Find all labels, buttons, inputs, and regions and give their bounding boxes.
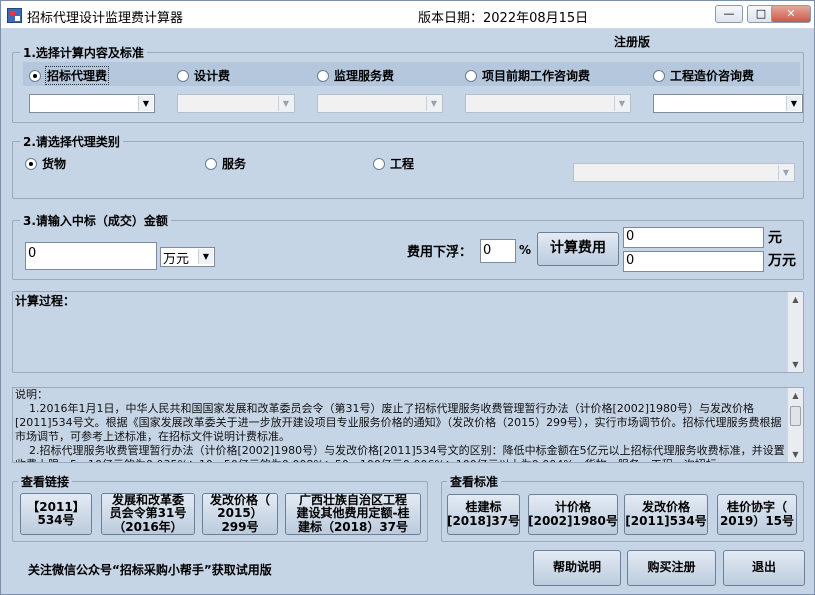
app-icon	[7, 8, 22, 23]
link-2015-299[interactable]: 发改价格（ 2015） 299号	[202, 493, 278, 535]
radio-dot	[317, 69, 329, 82]
wan-unit-label: 万元	[768, 253, 796, 269]
radio-label: 服务	[222, 157, 247, 171]
result-wan-field: 0	[623, 251, 764, 272]
section1-legend: 1.选择计算内容及标准	[20, 44, 147, 61]
scroll-up-icon[interactable]: ▲	[788, 292, 803, 307]
amount-unit-select[interactable]: 万元 ▼	[160, 247, 215, 267]
version-date: 版本日期：2022年08月15日	[418, 11, 589, 26]
radio-dot	[25, 157, 37, 170]
radio-label: 货物	[42, 157, 67, 171]
standard-gui-2019-15[interactable]: 桂价协字（ 2019）15号	[717, 494, 797, 535]
radio-goods[interactable]: 货物	[25, 155, 66, 172]
help-button[interactable]: 帮助说明	[533, 550, 621, 586]
radio-engineering[interactable]: 工程	[373, 155, 414, 172]
radio-design-fee[interactable]: 设计费	[177, 67, 230, 84]
discount-input[interactable]: 0	[480, 239, 516, 263]
bid-amount-input[interactable]: 0	[25, 242, 157, 270]
cost-standard-select[interactable]: ▼	[653, 94, 803, 113]
radio-dot	[177, 69, 189, 82]
radio-label: 工程造价咨询费	[670, 69, 755, 83]
chevron-down-icon[interactable]: ▼	[786, 96, 801, 111]
buy-register-button[interactable]: 购买注册	[627, 550, 716, 586]
app-window: 招标代理设计监理费计算器 版本日期：2022年08月15日 — □ ✕ 注册版 …	[0, 0, 815, 595]
title-bar: 招标代理设计监理费计算器 版本日期：2022年08月15日 — □ ✕	[1, 1, 814, 29]
bidding-standard-select[interactable]: ▼	[29, 94, 155, 113]
chevron-down-icon[interactable]: ▼	[426, 96, 441, 111]
select-value: 万元	[163, 252, 190, 267]
radio-label: 工程	[390, 157, 415, 171]
window-title: 招标代理设计监理费计算器	[27, 11, 184, 26]
scroll-down-icon[interactable]: ▼	[788, 357, 803, 372]
scroll-thumb[interactable]	[790, 406, 801, 426]
radio-bidding-agency[interactable]: 招标代理费	[29, 66, 110, 85]
section2-legend: 2.请选择代理类别	[20, 133, 123, 150]
wechat-notice: 关注微信公众号“招标采购小帮手”获取试用版	[28, 563, 272, 577]
edition-label: 注册版	[614, 35, 651, 49]
radio-preliminary-consult[interactable]: 项目前期工作咨询费	[465, 67, 590, 84]
radio-dot	[653, 69, 665, 82]
calculate-button[interactable]: 计算费用	[537, 232, 619, 266]
percent-label: %	[519, 243, 532, 257]
chevron-down-icon[interactable]: ▼	[614, 96, 629, 111]
scroll-down-icon[interactable]: ▼	[788, 447, 803, 462]
process-label: 计算过程：	[15, 294, 76, 308]
notes-area: 说明： 1.2016年1月1日，中华人民共和国国家发展和改革委员会令（第31号）…	[12, 387, 804, 463]
chevron-down-icon[interactable]: ▼	[138, 96, 153, 111]
design-standard-select[interactable]: ▼	[177, 94, 295, 113]
radio-dot	[465, 69, 477, 82]
minimize-button[interactable]: —	[715, 5, 743, 23]
chevron-down-icon[interactable]: ▼	[198, 249, 213, 264]
standards-legend: 查看标准	[447, 473, 502, 490]
link-order-31[interactable]: 发展和改革委 员会令第31号 （2016年）	[101, 493, 195, 535]
section3-legend: 3.请输入中标（成交）金额	[20, 212, 171, 229]
radio-supervision-fee[interactable]: 监理服务费	[317, 67, 394, 84]
radio-dot	[205, 157, 217, 170]
notes-text: 说明： 1.2016年1月1日，中华人民共和国国家发展和改革委员会令（第31号）…	[15, 388, 785, 462]
links-legend: 查看链接	[18, 473, 73, 490]
discount-label: 费用下浮：	[407, 245, 473, 260]
preliminary-standard-select[interactable]: ▼	[465, 94, 631, 113]
link-guangxi-37[interactable]: 广西壮族自治区工程 建设其他费用定额-桂 建标（2018）37号	[285, 493, 421, 535]
standard-gui-2018-37[interactable]: 桂建标 [2018]37号	[447, 494, 520, 535]
radio-dot	[29, 69, 41, 82]
standard-2011-534[interactable]: 发改价格 [2011]534号	[624, 494, 708, 535]
supervision-standard-select[interactable]: ▼	[317, 94, 443, 113]
radio-services[interactable]: 服务	[205, 155, 246, 172]
chevron-down-icon[interactable]: ▼	[278, 96, 293, 111]
radio-label: 监理服务费	[334, 69, 395, 83]
link-2011-534[interactable]: 【2011】 534号	[20, 493, 92, 535]
radio-label: 项目前期工作咨询费	[482, 69, 591, 83]
result-yuan-field: 0	[623, 227, 764, 248]
notes-scrollbar[interactable]: ▲ ▼	[787, 388, 803, 462]
radio-label: 设计费	[194, 69, 231, 83]
scroll-up-icon[interactable]: ▲	[788, 388, 803, 403]
close-button[interactable]: ✕	[771, 5, 811, 23]
radio-label: 招标代理费	[44, 66, 110, 85]
radio-cost-consult[interactable]: 工程造价咨询费	[653, 67, 754, 84]
agency-subtype-select[interactable]: ▼	[573, 163, 795, 182]
yuan-unit-label: 元	[768, 230, 782, 246]
exit-button[interactable]: 退出	[723, 550, 805, 586]
standard-2002-1980[interactable]: 计价格 [2002]1980号	[528, 494, 618, 535]
process-area	[12, 291, 804, 373]
chevron-down-icon[interactable]: ▼	[778, 165, 793, 180]
radio-dot	[373, 157, 385, 170]
process-scrollbar[interactable]: ▲ ▼	[787, 292, 803, 372]
